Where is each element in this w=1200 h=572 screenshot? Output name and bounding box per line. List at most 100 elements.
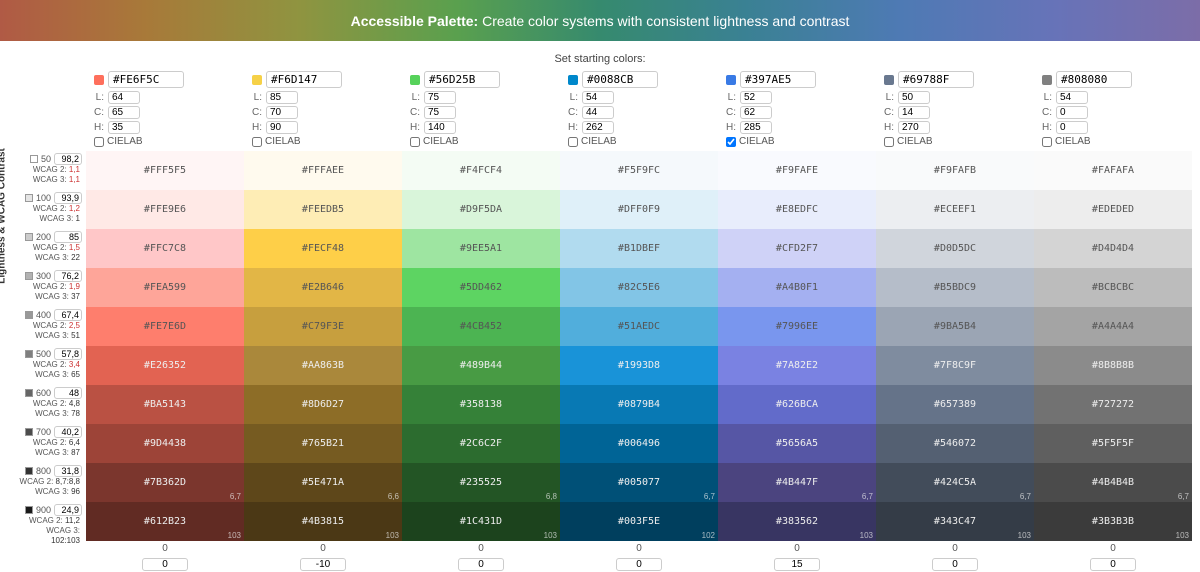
color-cell[interactable]: #7A82E2 [718,346,876,385]
color-cell[interactable]: #4B447F6,7 [718,463,876,502]
lch-input-c[interactable] [1056,106,1088,119]
lch-input-h[interactable] [582,121,614,134]
color-cell[interactable]: #0879B4 [560,385,718,424]
hex-input[interactable] [424,71,500,88]
lightness-input[interactable] [54,348,82,360]
lch-input-c[interactable] [424,106,456,119]
color-cell[interactable]: #D4D4D4 [1034,229,1192,268]
cielab-checkbox[interactable] [1042,137,1052,147]
hex-input[interactable] [266,71,342,88]
color-cell[interactable]: #358138 [402,385,560,424]
lch-input-c[interactable] [266,106,298,119]
hex-input[interactable] [108,71,184,88]
lch-input-l[interactable] [1056,91,1088,104]
color-cell[interactable]: #546072 [876,424,1034,463]
footer-input[interactable] [300,558,346,571]
color-cell[interactable]: #7996EE [718,307,876,346]
hex-input[interactable] [1056,71,1132,88]
cielab-checkbox[interactable] [884,137,894,147]
color-cell[interactable]: #ECEEF1 [876,190,1034,229]
lightness-input[interactable] [54,309,82,321]
footer-input[interactable] [458,558,504,571]
cielab-checkbox[interactable] [410,137,420,147]
color-cell[interactable]: #F9FAFB [876,151,1034,190]
color-cell[interactable]: #D0D5DC [876,229,1034,268]
footer-input[interactable] [774,558,820,571]
color-cell[interactable]: #5DD462 [402,268,560,307]
lch-input-l[interactable] [108,91,140,104]
color-cell[interactable]: #2C6C2F [402,424,560,463]
cielab-checkbox[interactable] [94,137,104,147]
color-cell[interactable]: #A4B0F1 [718,268,876,307]
hex-input[interactable] [582,71,658,88]
lch-input-h[interactable] [898,121,930,134]
lch-input-c[interactable] [740,106,772,119]
color-cell[interactable]: #1993D8 [560,346,718,385]
lightness-input[interactable] [54,270,82,282]
color-cell[interactable]: #FECF48 [244,229,402,268]
color-cell[interactable]: #BCBCBC [1034,268,1192,307]
lightness-input[interactable] [54,153,82,165]
footer-input[interactable] [616,558,662,571]
color-cell[interactable]: #7B362D6,7 [86,463,244,502]
lch-input-h[interactable] [108,121,140,134]
color-cell[interactable]: #FFE9E6 [86,190,244,229]
color-cell[interactable]: #612B23103 [86,502,244,541]
color-cell[interactable]: #EDEDED [1034,190,1192,229]
cielab-checkbox[interactable] [568,137,578,147]
lch-input-h[interactable] [740,121,772,134]
color-cell[interactable]: #8D6D27 [244,385,402,424]
lch-input-l[interactable] [898,91,930,104]
color-cell[interactable]: #FEA599 [86,268,244,307]
color-cell[interactable]: #FAFAFA [1034,151,1192,190]
lightness-input[interactable] [54,426,82,438]
color-cell[interactable]: #C79F3E [244,307,402,346]
hex-input[interactable] [740,71,816,88]
lch-input-c[interactable] [108,106,140,119]
color-cell[interactable]: #D9F5DA [402,190,560,229]
color-cell[interactable]: #9EE5A1 [402,229,560,268]
color-cell[interactable]: #343C47103 [876,502,1034,541]
lch-input-l[interactable] [266,91,298,104]
lch-input-h[interactable] [266,121,298,134]
color-cell[interactable]: #E26352 [86,346,244,385]
color-cell[interactable]: #489B44 [402,346,560,385]
lightness-input[interactable] [54,231,82,243]
color-cell[interactable]: #003F5E102 [560,502,718,541]
color-cell[interactable]: #82C5E6 [560,268,718,307]
lightness-input[interactable] [54,465,82,477]
color-cell[interactable]: #5656A5 [718,424,876,463]
lch-input-h[interactable] [1056,121,1088,134]
color-cell[interactable]: #FEEDB5 [244,190,402,229]
color-cell[interactable]: #B5BDC9 [876,268,1034,307]
color-cell[interactable]: #383562103 [718,502,876,541]
color-cell[interactable]: #727272 [1034,385,1192,424]
color-cell[interactable]: #657389 [876,385,1034,424]
lch-input-h[interactable] [424,121,456,134]
color-cell[interactable]: #E2B646 [244,268,402,307]
color-cell[interactable]: #FFC7C8 [86,229,244,268]
color-cell[interactable]: #AA863B [244,346,402,385]
color-cell[interactable]: #E8EDFC [718,190,876,229]
lch-input-c[interactable] [898,106,930,119]
color-cell[interactable]: #9BA5B4 [876,307,1034,346]
color-cell[interactable]: #F4FCF4 [402,151,560,190]
footer-input[interactable] [1090,558,1136,571]
color-cell[interactable]: #4CB452 [402,307,560,346]
lightness-input[interactable] [54,387,82,399]
color-cell[interactable]: #7F8C9F [876,346,1034,385]
color-cell[interactable]: #F5F9FC [560,151,718,190]
color-cell[interactable]: #424C5A6,7 [876,463,1034,502]
color-cell[interactable]: #DFF0F9 [560,190,718,229]
color-cell[interactable]: #FFF5F5 [86,151,244,190]
color-cell[interactable]: #765B21 [244,424,402,463]
color-cell[interactable]: #CFD2F7 [718,229,876,268]
color-cell[interactable]: #51AEDC [560,307,718,346]
color-cell[interactable]: #1C431D103 [402,502,560,541]
footer-input[interactable] [932,558,978,571]
color-cell[interactable]: #B1DBEF [560,229,718,268]
color-cell[interactable]: #A4A4A4 [1034,307,1192,346]
lightness-input[interactable] [54,504,82,516]
color-cell[interactable]: #006496 [560,424,718,463]
color-cell[interactable]: #626BCA [718,385,876,424]
